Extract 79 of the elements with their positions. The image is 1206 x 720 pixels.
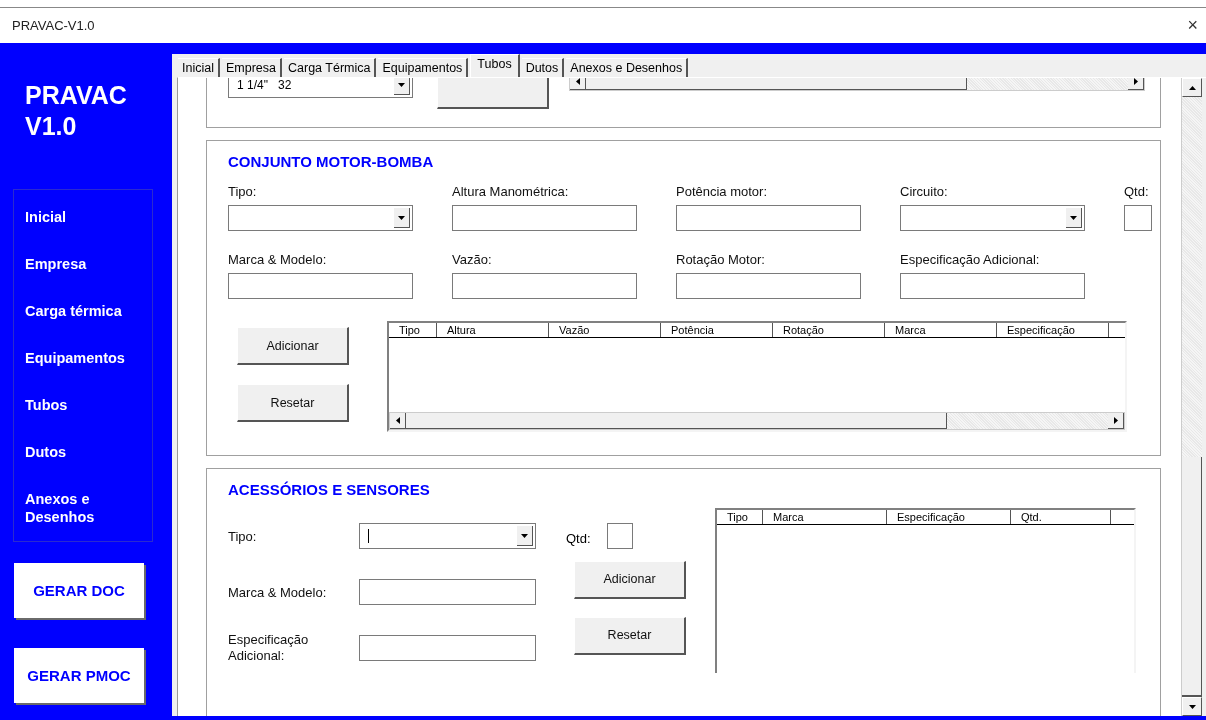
- tab[interactable]: Tubos: [470, 54, 520, 77]
- input-field[interactable]: [228, 273, 413, 299]
- dropdown-arrow-icon: [398, 215, 405, 220]
- close-button[interactable]: ×: [1183, 15, 1202, 36]
- field-label: Especificação Adicional:: [228, 632, 310, 664]
- column-header[interactable]: Vazão: [549, 323, 661, 337]
- generate-button[interactable]: GERAR DOC: [14, 563, 144, 618]
- dropdown-arrow-icon: [398, 82, 405, 87]
- list-view[interactable]: Tipo Marca Especificação Qtd.: [715, 508, 1136, 673]
- app-title: PRAVAC V1.0: [25, 80, 128, 142]
- section-title: ACESSÓRIOS E SENSORES: [228, 481, 431, 498]
- vertical-scrollbar[interactable]: [1181, 78, 1202, 716]
- up-arrow-icon: [1188, 85, 1196, 90]
- section-title: CONJUNTO MOTOR-BOMBA: [228, 153, 435, 170]
- list-view[interactable]: Tipo Altura Vazão Potência Rotação Marca Especificação: [387, 321, 1127, 432]
- tab[interactable]: Empresa: [221, 58, 282, 77]
- field-label: Circuito:: [900, 184, 949, 199]
- tab[interactable]: Carga Térmica: [284, 58, 377, 77]
- field-label: Tipo:: [228, 184, 258, 199]
- action-button[interactable]: Resetar: [574, 616, 686, 655]
- tab[interactable]: Anexos e Desenhos: [566, 58, 689, 77]
- input-field[interactable]: [676, 205, 861, 231]
- column-header[interactable]: Potência: [661, 323, 773, 337]
- input-field[interactable]: [359, 579, 536, 605]
- column-header[interactable]: Marca: [763, 510, 887, 524]
- dropdown-arrow-icon: [521, 533, 528, 538]
- input-field[interactable]: [606, 523, 633, 549]
- input-field[interactable]: [452, 273, 637, 299]
- dropdown-field[interactable]: [900, 205, 1085, 231]
- tab[interactable]: Equipamentos: [378, 58, 469, 77]
- input-field[interactable]: [676, 273, 861, 299]
- sidebar-item[interactable]: Dutos: [25, 443, 137, 461]
- dropdown-field[interactable]: 1 1/4" 32: [228, 78, 413, 98]
- field-label: Potência motor:: [676, 184, 769, 199]
- action-button[interactable]: Adicionar: [237, 327, 349, 365]
- right-arrow-icon: [1113, 417, 1118, 424]
- field-label: Tipo:: [228, 528, 258, 544]
- column-header[interactable]: Altura: [437, 323, 549, 337]
- generate-button[interactable]: GERAR PMOC: [14, 648, 144, 703]
- column-header[interactable]: Especificação: [887, 510, 1011, 524]
- column-header[interactable]: Rotação: [773, 323, 885, 337]
- field-label: Marca & Modelo:: [228, 584, 328, 600]
- dropdown-field[interactable]: [228, 205, 413, 231]
- field-label: Vazão:: [452, 252, 493, 267]
- field-label: Marca & Modelo:: [228, 252, 328, 267]
- horizontal-scrollbar[interactable]: [569, 78, 1145, 91]
- button[interactable]: [437, 78, 549, 109]
- down-arrow-icon: [1188, 704, 1196, 709]
- left-arrow-icon: [575, 78, 580, 85]
- column-header[interactable]: Qtd.: [1011, 510, 1111, 524]
- field-label: Rotação Motor:: [676, 252, 766, 267]
- input-field[interactable]: [359, 635, 536, 661]
- horizontal-scrollbar[interactable]: [389, 412, 1125, 430]
- action-button[interactable]: Resetar: [237, 384, 349, 422]
- column-header[interactable]: Tipo: [717, 510, 763, 524]
- sidebar-item[interactable]: Carga térmica: [25, 302, 137, 320]
- column-header[interactable]: Tipo: [389, 323, 437, 337]
- left-arrow-icon: [395, 417, 400, 424]
- sidebar-item[interactable]: Tubos: [25, 396, 137, 414]
- input-field[interactable]: [452, 205, 637, 231]
- input-field[interactable]: [1124, 205, 1152, 231]
- sidebar-item[interactable]: Anexos e Desenhos: [25, 490, 137, 526]
- field-label: Qtd:: [1124, 184, 1150, 199]
- field-label: Especificação Adicional:: [900, 252, 1041, 267]
- column-header[interactable]: Marca: [885, 323, 997, 337]
- input-field[interactable]: [900, 273, 1085, 299]
- sidebar-item[interactable]: Inicial: [25, 208, 137, 226]
- dropdown-field[interactable]: [359, 523, 536, 549]
- action-button[interactable]: Adicionar: [574, 560, 686, 599]
- tab[interactable]: Inicial: [178, 58, 220, 77]
- sidebar-item[interactable]: Equipamentos: [25, 349, 137, 367]
- field-label: Altura Manométrica:: [452, 184, 570, 199]
- sidebar-item[interactable]: Empresa: [25, 255, 137, 273]
- right-arrow-icon: [1133, 78, 1138, 85]
- tab[interactable]: Dutos: [521, 58, 565, 77]
- window-title: PRAVAC-V1.0: [12, 18, 95, 33]
- column-header[interactable]: Especificação: [997, 323, 1109, 337]
- field-label: Qtd:: [566, 530, 591, 546]
- dropdown-arrow-icon: [1070, 215, 1077, 220]
